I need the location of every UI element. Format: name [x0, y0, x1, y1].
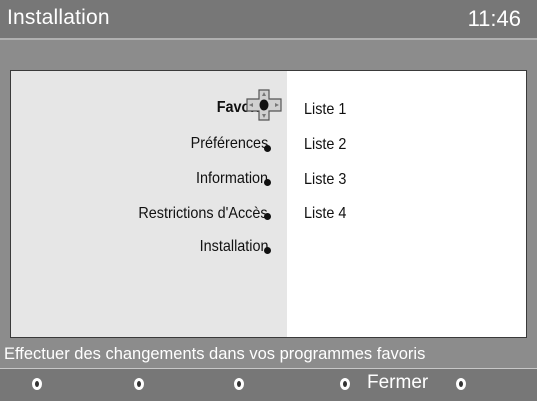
bullet-dot-icon: [264, 213, 271, 220]
menu-item-information[interactable]: Information: [196, 170, 268, 188]
bullet-dot-icon: [264, 145, 271, 152]
bullet-dot-icon: [264, 179, 271, 186]
list-item-4[interactable]: Liste 4: [304, 205, 346, 223]
list-item-3[interactable]: Liste 3: [304, 171, 346, 189]
page-title: Installation: [7, 6, 110, 29]
help-text: Effectuer des changements dans vos progr…: [4, 344, 426, 363]
color-key-button-icon[interactable]: [32, 378, 42, 390]
color-key-button-icon[interactable]: [234, 378, 244, 390]
color-key-button-icon[interactable]: [134, 378, 144, 390]
list-item-1[interactable]: Liste 1: [304, 101, 346, 119]
header-bar: Installation 11:46: [0, 0, 537, 38]
header-divider: [0, 38, 537, 40]
color-key-button-icon[interactable]: [456, 378, 466, 390]
list-item-2[interactable]: Liste 2: [304, 136, 346, 154]
close-button-label[interactable]: Fermer: [367, 372, 428, 394]
menu-panel: Favoris Préférences Information Restrict…: [10, 70, 527, 338]
clock: 11:46: [467, 6, 521, 31]
bullet-dot-icon: [264, 247, 271, 254]
color-key-button-icon[interactable]: [340, 378, 350, 390]
menu-item-restrictions[interactable]: Restrictions d'Accès: [139, 205, 268, 223]
dpad-icon: [246, 89, 282, 121]
menu-item-installation[interactable]: Installation: [199, 238, 268, 256]
help-bar: Effectuer des changements dans vos progr…: [0, 344, 537, 368]
menu-item-preferences[interactable]: Préférences: [190, 135, 268, 153]
footer-bar: Fermer: [0, 369, 537, 401]
